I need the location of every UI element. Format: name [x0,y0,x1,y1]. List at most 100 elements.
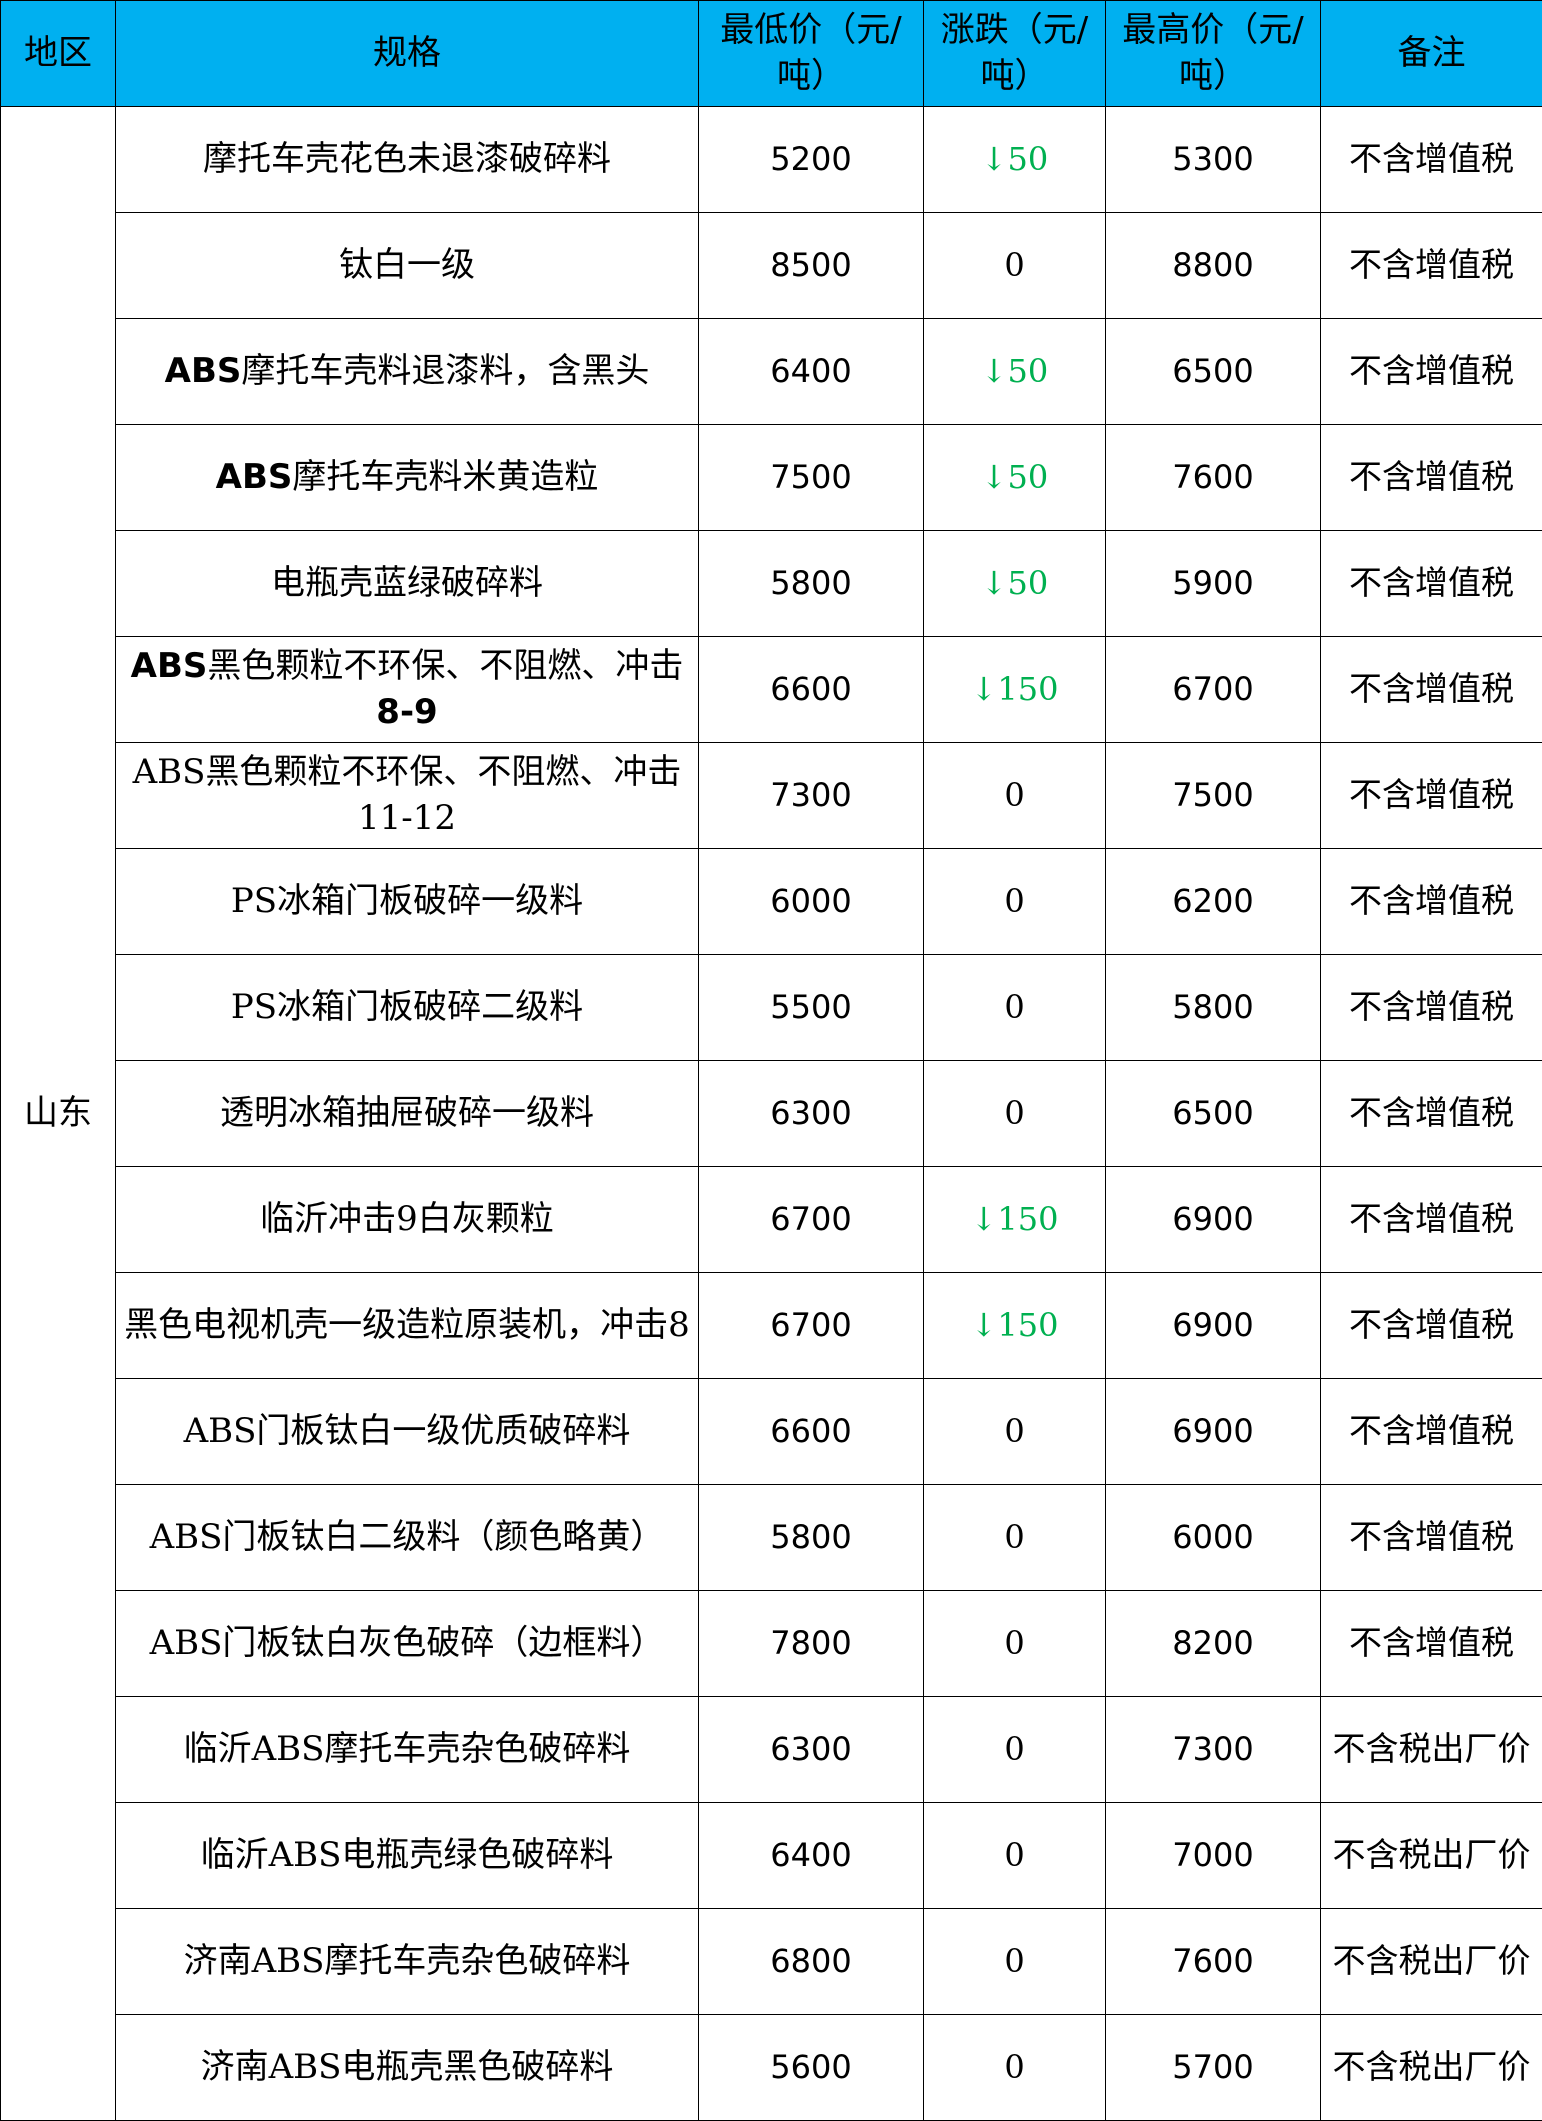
table-row: 济南ABS摩托车壳杂色破碎料 6800 0 7600 不含税出厂价 [1,1908,1542,2015]
table-row: 临沂ABS电瓶壳绿色破碎料 6400 0 7000 不含税出厂价 [1,1802,1542,1909]
max-price-cell: 6200 [1105,848,1321,955]
spec-text: ABS门板钛白一级优质破碎料 [183,1410,631,1451]
max-price-cell: 8200 [1105,1590,1321,1697]
spec-text: 济南ABS摩托车壳杂色破碎料 [183,1940,631,1981]
table-row: 黑色电视机壳一级造粒原装机，冲击8 6700 ↓150 6900 不含增值税 [1,1272,1542,1379]
min-price-cell: 6300 [698,1696,924,1803]
header-min-price: 最低价（元/吨） [698,0,924,107]
min-price-cell: 5800 [698,530,924,637]
max-price-cell: 5700 [1105,2014,1321,2121]
change-cell: 0 [923,1802,1106,1909]
note-cell: 不含增值税 [1320,1060,1542,1167]
note-cell: 不含增值税 [1320,1484,1542,1591]
min-price-cell: 5800 [698,1484,924,1591]
change-cell: ↓50 [923,424,1106,531]
max-price-cell: 7500 [1105,742,1321,849]
change-cell: 0 [923,1484,1106,1591]
table-row: 临沂冲击9白灰颗粒 6700 ↓150 6900 不含增值税 [1,1166,1542,1273]
spec-text: PS冰箱门板破碎一级料 [230,880,584,921]
spec-bold-prefix: ABS [215,456,293,497]
header-row: 地区 规格 最低价（元/吨） 涨跌（元/吨） 最高价（元/吨） 备注 [0,0,1542,107]
table-row: 济南ABS电瓶壳黑色破碎料 5600 0 5700 不含税出厂价 [1,2014,1542,2121]
spec-text: 透明冰箱抽屉破碎一级料 [220,1092,594,1133]
change-cell: 0 [923,742,1106,849]
note-cell: 不含税出厂价 [1320,2014,1542,2121]
table-row: ABS门板钛白一级优质破碎料 6600 0 6900 不含增值税 [1,1378,1542,1485]
spec-text: 摩托车壳料米黄造粒 [292,456,599,497]
table-row: PS冰箱门板破碎一级料 6000 0 6200 不含增值税 [1,848,1542,955]
max-price-cell: 7300 [1105,1696,1321,1803]
max-price-cell: 7600 [1105,424,1321,531]
table-row: ABS摩托车壳料退漆料，含黑头 6400 ↓50 6500 不含增值税 [1,318,1542,425]
table-row: 透明冰箱抽屉破碎一级料 6300 0 6500 不含增值税 [1,1060,1542,1167]
max-price-cell: 6900 [1105,1166,1321,1273]
table-row: 山东 摩托车壳花色未退漆破碎料 5200 ↓50 5300 不含增值税 [0,106,1542,2121]
spec-text: 黑色电视机壳一级造粒原装机，冲击8 [124,1304,690,1345]
note-cell: 不含增值税 [1320,1378,1542,1485]
max-price-cell: 6500 [1105,318,1321,425]
spec-text: 黑色颗粒不环保、不阻燃、冲击 [207,645,684,686]
spec-bold-prefix: ABS [164,350,242,391]
min-price-cell: 6300 [698,1060,924,1167]
note-cell: 不含税出厂价 [1320,1696,1542,1803]
max-price-cell: 6700 [1105,636,1321,743]
spec-cell: ABS摩托车壳料退漆料，含黑头 [115,318,699,425]
note-cell: 不含增值税 [1320,318,1542,425]
note-cell: 不含增值税 [1320,424,1542,531]
note-cell: 不含增值税 [1320,212,1542,319]
spec-cell: 济南ABS摩托车壳杂色破碎料 [115,1908,699,2015]
note-cell: 不含增值税 [1320,1590,1542,1697]
change-cell: 0 [923,212,1106,319]
change-cell: 0 [923,954,1106,1061]
spec-text: 临沂ABS摩托车壳杂色破碎料 [183,1728,631,1769]
max-price-cell: 5900 [1105,530,1321,637]
note-cell: 不含增值税 [1320,530,1542,637]
spec-text: 临沂ABS电瓶壳绿色破碎料 [200,1834,614,1875]
spec-cell: 济南ABS电瓶壳黑色破碎料 [115,2014,699,2121]
spec-cell: ABS门板钛白一级优质破碎料 [115,1378,699,1485]
min-price-cell: 6800 [698,1908,924,2015]
min-price-cell: 5200 [698,106,924,213]
spec-text: ABS黑色颗粒不环保、不阻燃、冲击11-12 [132,751,682,838]
spec-cell: 透明冰箱抽屉破碎一级料 [115,1060,699,1167]
table-body: 山东 摩托车壳花色未退漆破碎料 5200 ↓50 5300 不含增值税 钛白一级 8500 0 8… [0,106,1542,2121]
change-cell: 0 [923,1908,1106,2015]
spec-cell: 摩托车壳花色未退漆破碎料 [115,106,699,213]
min-price-cell: 6700 [698,1272,924,1379]
spec-cell: 黑色电视机壳一级造粒原装机，冲击8 [115,1272,699,1379]
min-price-cell: 7800 [698,1590,924,1697]
max-price-cell: 6900 [1105,1272,1321,1379]
spec-cell: ABS门板钛白二级料（颜色略黄） [115,1484,699,1591]
note-cell: 不含税出厂价 [1320,1908,1542,2015]
header-region: 地区 [0,0,116,107]
change-cell: ↓50 [923,318,1106,425]
spec-cell: 钛白一级 [115,212,699,319]
max-price-cell: 5300 [1105,106,1321,213]
spec-cell: 电瓶壳蓝绿破碎料 [115,530,699,637]
table-row: ABS黑色颗粒不环保、不阻燃、冲击 8-9 6600 ↓150 6700 不含增值税 [1,636,1542,743]
spec-cell: 临沂ABS摩托车壳杂色破碎料 [115,1696,699,1803]
min-price-cell: 7300 [698,742,924,849]
max-price-cell: 6000 [1105,1484,1321,1591]
table-row: PS冰箱门板破碎二级料 5500 0 5800 不含增值税 [1,954,1542,1061]
note-cell: 不含增值税 [1320,106,1542,213]
min-price-cell: 6400 [698,318,924,425]
spec-text: 临沂冲击9白灰颗粒 [260,1198,554,1239]
min-price-cell: 5500 [698,954,924,1061]
change-cell: 0 [923,1696,1106,1803]
header-spec: 规格 [115,0,699,107]
min-price-cell: 8500 [698,212,924,319]
note-cell: 不含增值税 [1320,742,1542,849]
spec-text: ABS门板钛白灰色破碎（边框料） [149,1622,665,1663]
change-cell: 0 [923,2014,1106,2121]
region-cell: 山东 [0,106,116,2121]
spec-cell: 临沂ABS电瓶壳绿色破碎料 [115,1802,699,1909]
table-row: 电瓶壳蓝绿破碎料 5800 ↓50 5900 不含增值税 [1,530,1542,637]
header-change: 涨跌（元/吨） [923,0,1106,107]
note-cell: 不含增值税 [1320,1166,1542,1273]
spec-cell: ABS黑色颗粒不环保、不阻燃、冲击 8-9 [115,636,699,743]
min-price-cell: 6400 [698,1802,924,1909]
note-cell: 不含增值税 [1320,1272,1542,1379]
min-price-cell: 6600 [698,636,924,743]
change-cell: 0 [923,848,1106,955]
